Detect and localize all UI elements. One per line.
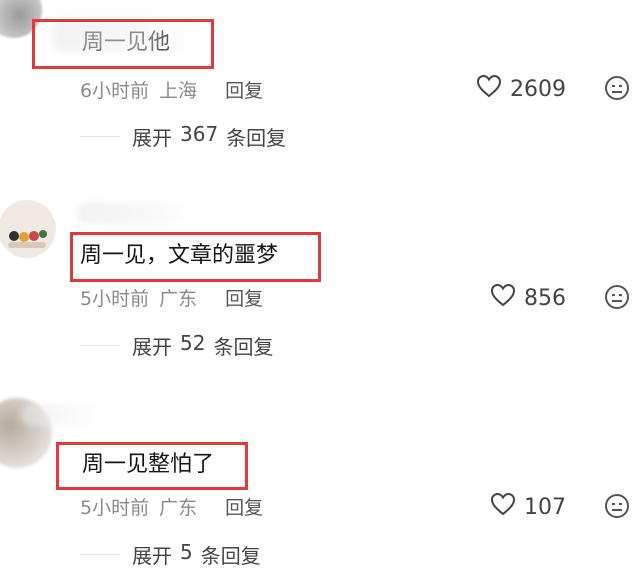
neutral-face-icon[interactable] — [604, 493, 630, 519]
divider-line — [80, 136, 120, 137]
comment-meta: 5小时前 广东 回复 — [80, 284, 263, 311]
expand-prefix: 展开 — [132, 126, 172, 150]
heart-outline-icon — [490, 283, 516, 313]
like-button[interactable]: 856 — [490, 283, 566, 313]
heart-outline-icon — [476, 74, 502, 104]
comment-item: 周一见整怕了 5小时前 广东 回复 107 展开 5 条回复 — [0, 390, 640, 572]
like-count: 2609 — [510, 76, 566, 102]
divider-line — [80, 554, 120, 555]
divider-line — [80, 345, 120, 346]
username-blur — [20, 404, 100, 426]
expand-count: 5 — [180, 540, 193, 564]
expand-replies-button[interactable]: 展开 367 条回复 — [80, 122, 286, 151]
comment-time: 6小时前 — [80, 80, 150, 102]
reply-button[interactable]: 回复 — [225, 76, 263, 103]
comment-item: 周一见他 6小时前 上海 回复 2609 展开 367 条回复 — [0, 0, 640, 160]
expand-suffix: 条回复 — [213, 335, 274, 359]
expand-count: 52 — [180, 331, 206, 355]
highlight-box — [56, 442, 248, 490]
expand-replies-button[interactable]: 展开 5 条回复 — [80, 540, 261, 569]
neutral-face-icon[interactable] — [604, 75, 630, 101]
like-button[interactable]: 107 — [490, 492, 566, 522]
expand-count: 367 — [180, 122, 219, 146]
expand-suffix: 条回复 — [200, 544, 261, 568]
comment-location: 广东 — [159, 497, 198, 519]
neutral-face-icon[interactable] — [604, 284, 630, 310]
comment-location: 上海 — [159, 80, 198, 102]
reply-button[interactable]: 回复 — [225, 284, 263, 311]
comment-meta: 6小时前 上海 回复 — [80, 76, 263, 103]
like-button[interactable]: 2609 — [476, 74, 566, 104]
comment-location: 广东 — [159, 288, 198, 310]
like-count: 107 — [524, 494, 566, 520]
highlight-box — [32, 19, 214, 69]
comment-meta: 5小时前 广东 回复 — [80, 493, 263, 520]
reply-button[interactable]: 回复 — [225, 493, 263, 520]
avatar[interactable] — [0, 200, 56, 258]
highlight-box — [70, 232, 321, 282]
expand-suffix: 条回复 — [226, 126, 287, 150]
like-count: 856 — [524, 285, 566, 311]
comment-item: 周一见，文章的噩梦 5小时前 广东 回复 856 展开 52 条回复 — [0, 180, 640, 360]
heart-outline-icon — [490, 492, 516, 522]
comment-time: 5小时前 — [80, 288, 150, 310]
expand-replies-button[interactable]: 展开 52 条回复 — [80, 331, 273, 360]
expand-prefix: 展开 — [132, 335, 172, 359]
expand-prefix: 展开 — [132, 544, 172, 568]
comment-time: 5小时前 — [80, 497, 150, 519]
username-blur — [76, 202, 196, 224]
